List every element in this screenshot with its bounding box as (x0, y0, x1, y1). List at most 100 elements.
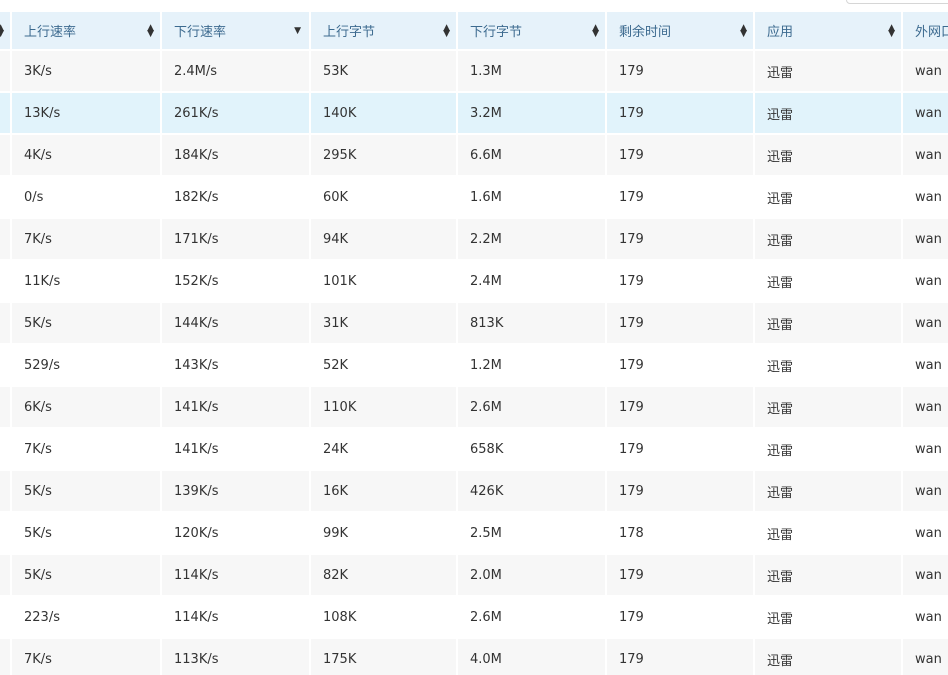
cell-download-rate: 261K/s (161, 91, 311, 135)
cell-download-bytes: 1.6M (457, 175, 607, 219)
sort-up-down-icon[interactable]: ▲▼ (740, 23, 747, 38)
cell-download-rate: 152K/s (161, 259, 311, 303)
cell-wan-port: wan (902, 217, 948, 261)
cell-download-bytes: 6.6M (457, 133, 607, 177)
cell-wan-port: wan (902, 133, 948, 177)
header-application[interactable]: 应用 ▲ ▼ (754, 12, 903, 50)
cell-download-rate: 141K/s (161, 427, 311, 471)
cell-prev-column (0, 427, 12, 471)
table-row[interactable]: 6K/s 141K/s 110K 2.6M 179 迅雷 wan (0, 385, 948, 429)
cell-remaining-time: 179 (606, 217, 755, 261)
cell-application: 迅雷 (754, 511, 903, 555)
header-download-rate[interactable]: 下行速率 ▼ (161, 12, 311, 50)
cell-upload-bytes: 52K (310, 343, 458, 387)
cell-wan-port: wan (902, 385, 948, 429)
header-wan-port[interactable]: 外网口 (902, 12, 948, 50)
caret-down-icon[interactable]: ▼ (294, 26, 301, 36)
cell-upload-bytes: 24K (310, 427, 458, 471)
table-row[interactable]: 7K/s 141K/s 24K 658K 179 迅雷 wan (0, 427, 948, 471)
header-prev-column[interactable]: ▲▼ (0, 12, 12, 50)
sort-up-down-icon[interactable]: ▲▼ (0, 23, 4, 38)
cell-upload-bytes: 31K (310, 301, 458, 345)
table-row[interactable]: 13K/s 261K/s 140K 3.2M 179 迅雷 wan (0, 91, 948, 135)
cell-application: 迅雷 (754, 469, 903, 513)
cell-download-bytes: 2.2M (457, 217, 607, 261)
table-row[interactable]: 4K/s 184K/s 295K 6.6M 179 迅雷 wan (0, 133, 948, 177)
cell-upload-rate: 5K/s (11, 553, 162, 597)
header-label: 剩余时间 (619, 25, 672, 40)
cell-download-rate: 113K/s (161, 637, 311, 675)
cell-download-bytes: 4.0M (457, 637, 607, 675)
header-download-bytes[interactable]: 下行字节 ▲ ▼ (457, 12, 607, 50)
cell-remaining-time: 178 (606, 511, 755, 555)
cell-remaining-time: 179 (606, 175, 755, 219)
cell-download-bytes: 1.3M (457, 49, 607, 93)
sort-up-down-icon[interactable]: ▲▼ (443, 23, 450, 38)
cell-prev-column (0, 133, 12, 177)
cell-upload-bytes: 82K (310, 553, 458, 597)
cell-prev-column (0, 343, 12, 387)
cell-prev-column (0, 637, 12, 675)
cell-download-bytes: 2.6M (457, 385, 607, 429)
cell-prev-column (0, 301, 12, 345)
cell-wan-port: wan (902, 469, 948, 513)
cell-prev-column (0, 511, 12, 555)
table-row[interactable]: 7K/s 113K/s 175K 4.0M 179 迅雷 wan (0, 637, 948, 675)
cell-prev-column (0, 469, 12, 513)
table-row[interactable]: 223/s 114K/s 108K 2.6M 179 迅雷 wan (0, 595, 948, 639)
sort-up-down-icon[interactable]: ▲▼ (888, 23, 895, 38)
cell-upload-rate: 7K/s (11, 217, 162, 261)
cell-remaining-time: 179 (606, 595, 755, 639)
cell-remaining-time: 179 (606, 133, 755, 177)
connection-table-view: ▲▼ 上行速率 ▲▼ 下行速率 ▼ 上行字节 ▲▼ 下行字节 ▲▼ (0, 0, 948, 675)
cell-upload-bytes: 175K (310, 637, 458, 675)
table-row[interactable]: 11K/s 152K/s 101K 2.4M 179 迅雷 wan (0, 259, 948, 303)
cell-upload-bytes: 101K (310, 259, 458, 303)
cell-upload-rate: 4K/s (11, 133, 162, 177)
table-row[interactable]: 5K/s 144K/s 31K 813K 179 迅雷 wan (0, 301, 948, 345)
cell-upload-rate: 223/s (11, 595, 162, 639)
cell-application: 迅雷 (754, 133, 903, 177)
cell-upload-rate: 13K/s (11, 91, 162, 135)
cell-upload-rate: 5K/s (11, 511, 162, 555)
cell-remaining-time: 179 (606, 427, 755, 471)
cell-upload-bytes: 108K (310, 595, 458, 639)
cell-upload-bytes: 295K (310, 133, 458, 177)
table-row[interactable]: 3K/s 2.4M/s 53K 1.3M 179 迅雷 wan (0, 49, 948, 93)
cell-application: 迅雷 (754, 595, 903, 639)
cell-upload-bytes: 53K (310, 49, 458, 93)
cell-remaining-time: 179 (606, 91, 755, 135)
cell-download-rate: 2.4M/s (161, 49, 311, 93)
header-upload-bytes[interactable]: 上行字节 ▲ ▼ (310, 12, 458, 50)
header-upload-rate[interactable]: 上行速率 ▲ ▼ (11, 12, 162, 50)
cell-upload-rate: 3K/s (11, 49, 162, 93)
cell-prev-column (0, 259, 12, 303)
cell-application: 迅雷 (754, 49, 903, 93)
cell-download-rate: 139K/s (161, 469, 311, 513)
sort-up-down-icon[interactable]: ▲▼ (147, 23, 154, 38)
cell-download-bytes: 2.0M (457, 553, 607, 597)
cell-remaining-time: 179 (606, 259, 755, 303)
header-label: 应用 (767, 25, 794, 40)
header-remaining-time[interactable]: 剩余时间 ▲ ▼ (606, 12, 755, 50)
cell-download-rate: 182K/s (161, 175, 311, 219)
top-dropdown[interactable] (846, 0, 948, 4)
cell-application: 迅雷 (754, 343, 903, 387)
cell-application: 迅雷 (754, 637, 903, 675)
cell-download-rate: 141K/s (161, 385, 311, 429)
table-row[interactable]: 7K/s 171K/s 94K 2.2M 179 迅雷 wan (0, 217, 948, 261)
cell-upload-rate: 529/s (11, 343, 162, 387)
cell-download-rate: 171K/s (161, 217, 311, 261)
cell-upload-rate: 5K/s (11, 469, 162, 513)
cell-download-rate: 114K/s (161, 595, 311, 639)
table-row[interactable]: 529/s 143K/s 52K 1.2M 179 迅雷 wan (0, 343, 948, 387)
table-row[interactable]: 5K/s 120K/s 99K 2.5M 178 迅雷 wan (0, 511, 948, 555)
table-row[interactable]: 0/s 182K/s 60K 1.6M 179 迅雷 wan (0, 175, 948, 219)
table-row[interactable]: 5K/s 114K/s 82K 2.0M 179 迅雷 wan (0, 553, 948, 597)
cell-download-rate: 144K/s (161, 301, 311, 345)
table-row[interactable]: 5K/s 139K/s 16K 426K 179 迅雷 wan (0, 469, 948, 513)
cell-wan-port: wan (902, 91, 948, 135)
cell-remaining-time: 179 (606, 637, 755, 675)
cell-wan-port: wan (902, 553, 948, 597)
sort-up-down-icon[interactable]: ▲▼ (592, 23, 599, 38)
